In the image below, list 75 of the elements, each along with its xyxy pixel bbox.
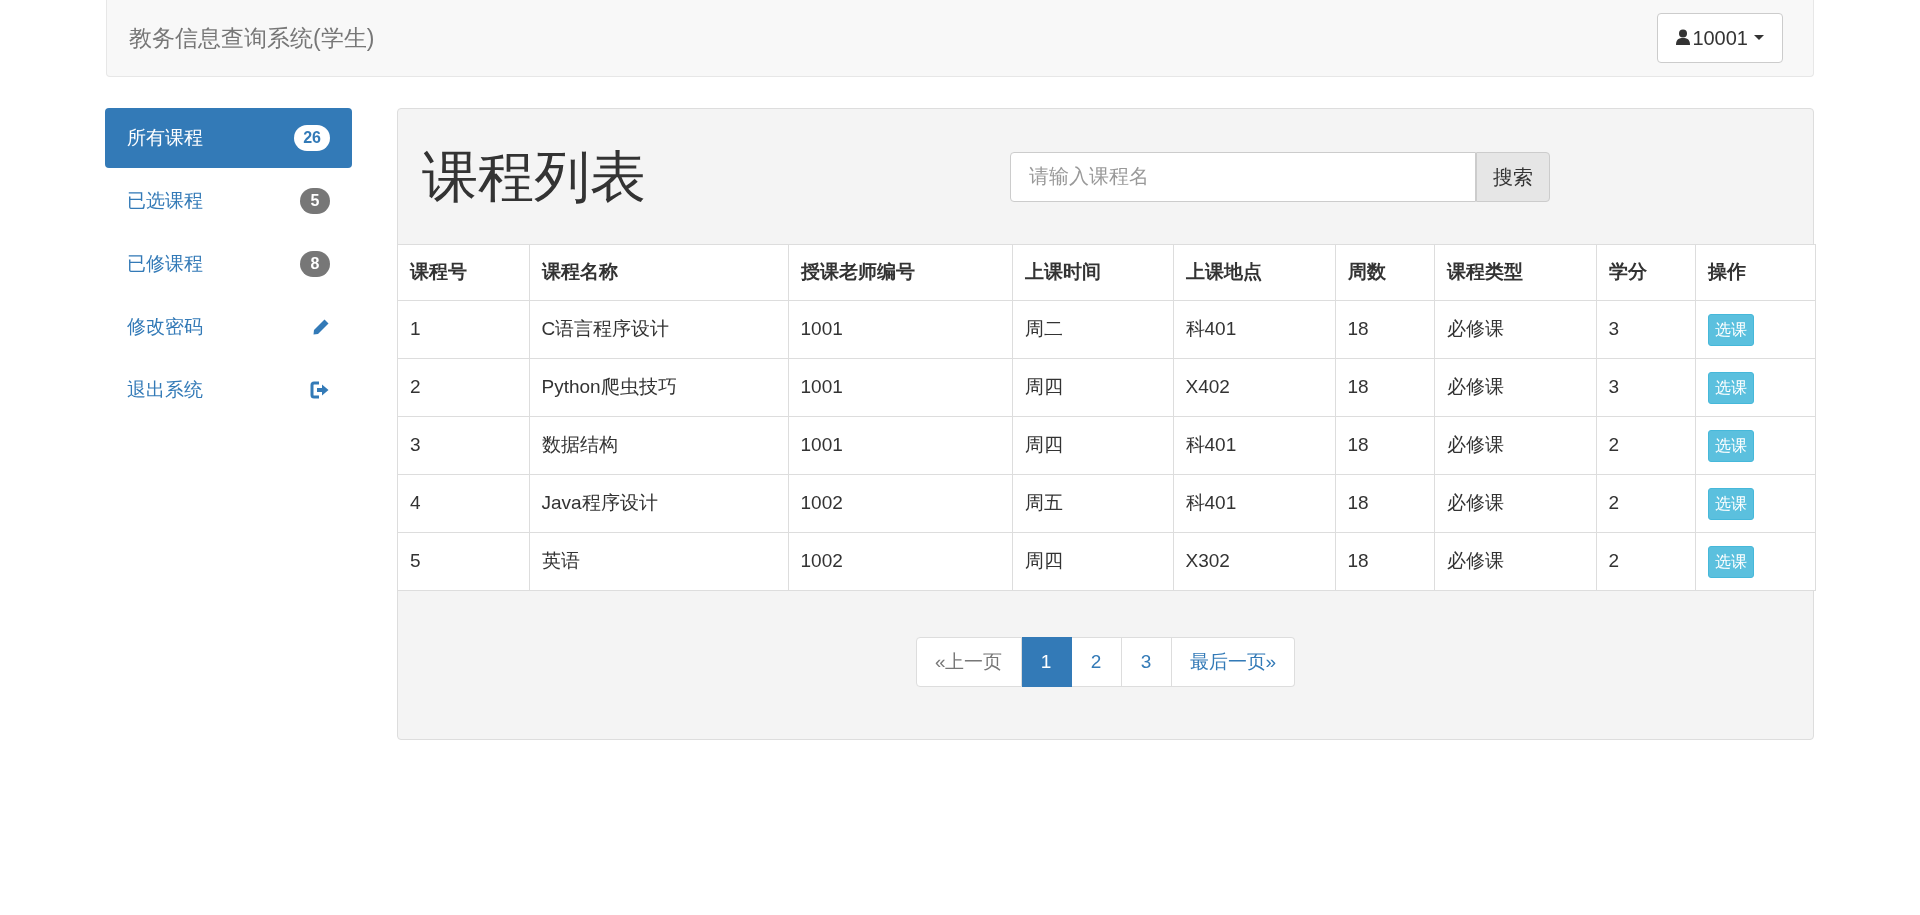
table-cell: 18 <box>1347 434 1369 456</box>
column-header: 课程类型 <box>1434 244 1596 301</box>
count-badge: 5 <box>300 188 330 214</box>
column-header: 课程名称 <box>529 244 788 301</box>
table-cell: 4 <box>410 492 421 514</box>
table-cell: 1002 <box>800 492 843 514</box>
search-button[interactable]: 搜索 <box>1476 151 1550 202</box>
table-cell: 科401 <box>1185 434 1237 456</box>
table-cell: 2 <box>1608 434 1620 456</box>
table-cell: 5 <box>410 550 421 572</box>
table-cell: 周四 <box>1024 550 1063 572</box>
column-header: 学分 <box>1596 244 1695 301</box>
sidebar-label: 所有课程 <box>127 125 203 150</box>
table-cell: 18 <box>1347 492 1369 514</box>
table-cell: 必修课 <box>1446 376 1504 398</box>
table-cell: X302 <box>1185 550 1230 572</box>
table-cell: 1001 <box>800 318 843 340</box>
caret-icon <box>1754 35 1764 41</box>
count-badge: 26 <box>294 125 330 151</box>
column-header: 上课时间 <box>1012 244 1173 301</box>
sidebar-label: 已选课程 <box>127 188 203 213</box>
pencil-icon <box>312 318 330 336</box>
count-badge: 8 <box>300 251 330 277</box>
sidebar-label: 修改密码 <box>127 314 203 339</box>
table-cell: 18 <box>1347 550 1369 572</box>
sidebar-label: 退出系统 <box>127 377 203 402</box>
brand-title[interactable]: 教务信息查询系统(学生) <box>129 20 375 56</box>
sidebar-item[interactable]: 修改密码 <box>105 297 352 357</box>
table-cell: 1001 <box>800 376 843 398</box>
sidebar-item[interactable]: 已选课程 5 <box>105 171 352 231</box>
table-cell: 必修课 <box>1446 318 1504 340</box>
table-cell: 必修课 <box>1446 434 1504 456</box>
table-cell: 1 <box>410 318 421 340</box>
table-cell: 数据结构 <box>541 434 618 456</box>
column-header: 周数 <box>1335 244 1434 301</box>
table-cell: 3 <box>1608 376 1620 398</box>
table-cell: 科401 <box>1185 318 1237 340</box>
last-page-link[interactable]: 最后一页» <box>1171 637 1296 687</box>
table-cell: 1002 <box>800 550 843 572</box>
column-header: 上课地点 <box>1173 244 1335 301</box>
table-cell: 2 <box>410 376 421 398</box>
page-link[interactable]: 3 <box>1121 637 1172 687</box>
logout-icon <box>310 381 330 399</box>
table-cell: 周四 <box>1024 376 1063 398</box>
page-heading: 课程列表 <box>422 143 647 210</box>
table-cell: X402 <box>1185 376 1230 398</box>
sidebar-item[interactable]: 已修课程 8 <box>105 234 352 294</box>
table-cell: 18 <box>1347 376 1369 398</box>
user-dropdown-button[interactable]: 10001 <box>1657 13 1783 63</box>
column-header: 操作 <box>1695 244 1815 301</box>
table-cell: Python爬虫技巧 <box>541 376 677 398</box>
table-cell: 周四 <box>1024 434 1063 456</box>
column-header: 授课老师编号 <box>788 244 1012 301</box>
table-cell: 18 <box>1347 318 1369 340</box>
sidebar-item[interactable]: 退出系统 <box>105 360 352 420</box>
page-link[interactable]: 2 <box>1071 637 1122 687</box>
table-cell: 必修课 <box>1446 550 1504 572</box>
table-cell: 2 <box>1608 492 1620 514</box>
table-cell: 2 <box>1608 550 1620 572</box>
table-cell: 科401 <box>1185 492 1237 514</box>
search-field[interactable]: 请输入课程名 <box>1010 151 1476 202</box>
table-cell: Java程序设计 <box>541 492 658 514</box>
table-cell: 1001 <box>800 434 843 456</box>
page-link[interactable]: 1 <box>1021 637 1072 687</box>
column-header: 课程号 <box>398 244 529 301</box>
table-cell: 3 <box>1608 318 1620 340</box>
sidebar-item[interactable]: 所有课程 26 <box>105 108 352 168</box>
table-cell: 周五 <box>1024 492 1063 514</box>
user-icon <box>1676 28 1691 45</box>
table-cell: 必修课 <box>1446 492 1504 514</box>
table-cell: 3 <box>410 434 421 456</box>
table-cell: C语言程序设计 <box>541 318 670 340</box>
table-cell: 周二 <box>1024 318 1063 340</box>
sidebar-label: 已修课程 <box>127 251 203 276</box>
table-cell: 英语 <box>541 550 580 572</box>
